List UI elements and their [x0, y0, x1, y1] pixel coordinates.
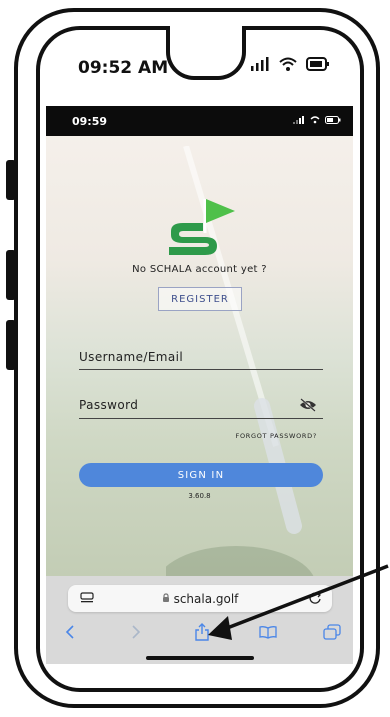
bookmarks-icon — [259, 626, 277, 639]
back-icon — [65, 625, 74, 639]
volume-up-button — [6, 160, 16, 200]
app-version-text: 3.60.8 — [188, 492, 211, 500]
username-label: Username/Email — [79, 350, 184, 364]
bookmarks-button[interactable] — [256, 620, 280, 644]
tabs-button[interactable] — [320, 620, 344, 644]
app-signal-icon — [293, 116, 304, 124]
password-field[interactable]: Password — [79, 398, 323, 419]
app-status-icons — [293, 116, 341, 124]
device-status-icons — [250, 56, 330, 72]
app-wifi-icon — [310, 116, 320, 124]
app-battery-icon — [325, 116, 341, 124]
home-indicator — [146, 656, 254, 660]
address-bar[interactable]: schala.golf — [68, 585, 332, 612]
share-icon — [195, 623, 209, 641]
side-button — [6, 320, 16, 370]
reload-icon[interactable] — [308, 591, 322, 605]
address-host: schala.golf — [68, 592, 332, 606]
sign-in-button[interactable]: SIGN IN — [79, 463, 323, 487]
lock-icon — [162, 593, 169, 602]
address-host-text: schala.golf — [173, 592, 239, 606]
signal-icon — [251, 57, 269, 71]
notch — [166, 26, 246, 80]
username-field[interactable]: Username/Email — [79, 350, 323, 370]
password-label: Password — [79, 398, 139, 412]
forward-icon — [132, 625, 141, 639]
no-account-text: No SCHALA account yet ? — [132, 264, 267, 275]
app-status-time: 09:59 — [72, 115, 108, 128]
register-button[interactable]: REGISTER — [158, 287, 242, 311]
browser-toolbar — [46, 620, 353, 644]
battery-icon — [306, 57, 329, 71]
app-status-bar: 09:59 — [46, 106, 353, 136]
device-status-time: 09:52 AM — [78, 58, 169, 78]
forward-button[interactable] — [124, 620, 148, 644]
hide-password-icon[interactable] — [299, 398, 317, 412]
tabs-icon — [323, 624, 341, 640]
app-screen: 09:59 No SCHALA account yet ? REGISTER U… — [46, 106, 353, 586]
wifi-icon — [279, 57, 297, 71]
browser-bottom-bar: schala.golf — [46, 576, 353, 664]
forgot-password-link[interactable]: FORGOT PASSWORD? — [236, 432, 317, 440]
back-button[interactable] — [58, 620, 82, 644]
schala-logo-icon — [169, 199, 235, 255]
volume-down-button — [6, 250, 16, 300]
share-button[interactable] — [190, 620, 214, 644]
